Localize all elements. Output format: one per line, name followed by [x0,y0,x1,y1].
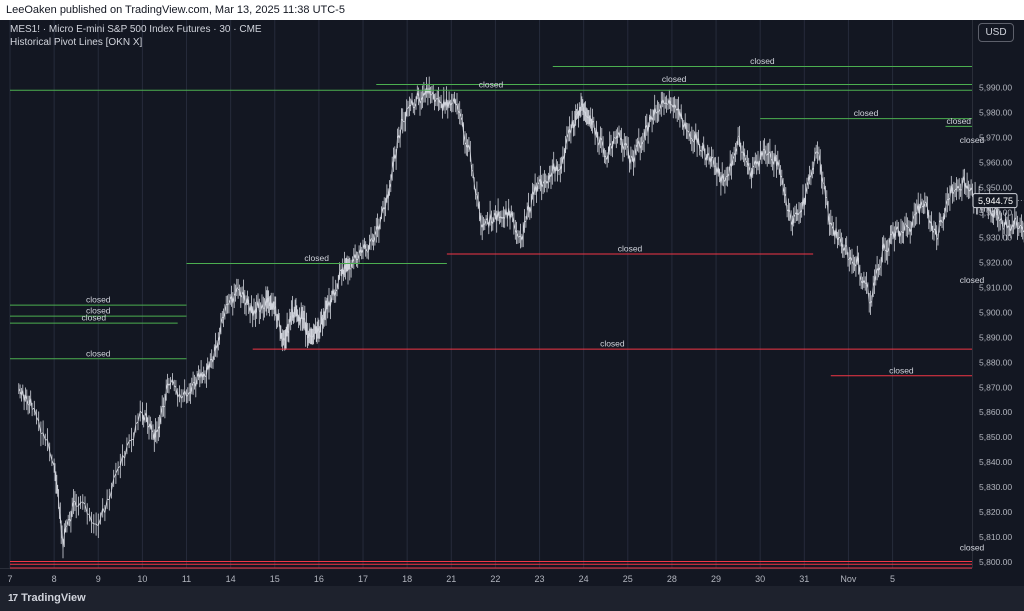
footer-bar: 17 TradingView [0,586,1024,611]
publisher-text: LeeOaken published on TradingView.com, M… [6,4,345,16]
price-chart[interactable]: 7 8 9 10 11 14 15 16 17 18 21 22 23 24 25 28 29 30 31 Nov 5 5… [0,20,1024,586]
y-tick-label: 5,980.00 [979,108,1012,118]
y-tick-label: 5,830.00 [979,482,1012,492]
tradingview-logo[interactable]: 17 TradingView [0,592,86,604]
price-series-line [18,76,1024,559]
y-tick-label: 5,810.00 [979,532,1012,542]
currency-button[interactable]: USD [978,23,1014,42]
y-tick-label: 5,880.00 [979,357,1012,367]
x-tick-label: 25 [623,574,633,584]
pivot-line-label: closed [304,253,329,263]
y-tick-label: 5,820.00 [979,507,1012,517]
x-tick-label: 17 [358,574,368,584]
pivot-line-label: closed [889,365,914,375]
y-tick-label: 5,900.00 [979,307,1012,317]
pivot-line-label: closed [946,116,971,126]
y-tick-label: 5,800.00 [979,557,1012,567]
chart-area[interactable]: 7 8 9 10 11 14 15 16 17 18 21 22 23 24 25 28 29 30 31 Nov 5 5… [0,20,1024,586]
y-tick-label: 5,850.00 [979,432,1012,442]
publisher-banner: LeeOaken published on TradingView.com, M… [0,0,1024,20]
x-tick-label: 23 [535,574,545,584]
y-tick-label: 5,990.00 [979,83,1012,93]
y-tick-label: 5,960.00 [979,158,1012,168]
y-tick-label: 5,870.00 [979,382,1012,392]
x-tick-label: 11 [182,574,191,584]
x-tick-label: 30 [755,574,765,584]
pivot-line-label: closed [82,313,107,323]
x-tick-label: 9 [96,574,101,584]
pivot-line-label: closed [600,339,625,349]
x-tick-label: 10 [137,574,147,584]
x-tick-label: 31 [799,574,809,584]
y-tick-label: 5,860.00 [979,407,1012,417]
x-tick-label: 14 [226,574,236,584]
pivot-line-label: closed [479,80,504,90]
chart-legend: MES1! · Micro E-mini S&P 500 Index Futur… [10,23,262,49]
y-tick-label: 5,930.00 [979,232,1012,242]
x-tick-label: 15 [270,574,280,584]
y-tick-label: 5,920.00 [979,257,1012,267]
indicator-title: Historical Pivot Lines [OKN X] [10,37,143,48]
pivot-line-label: closed [618,243,643,253]
last-price-label: 5,944.75 [978,196,1013,206]
x-tick-label: 8 [52,574,57,584]
x-tick-label: 5 [890,574,895,584]
x-tick-label: 16 [314,574,324,584]
x-tick-label: 28 [667,574,677,584]
y-tick-label: 5,890.00 [979,332,1012,342]
pivot-line-label: closed [960,275,985,285]
pivot-line-label: closed [960,543,985,553]
x-tick-label: 22 [490,574,500,584]
y-tick-label: 5,840.00 [979,457,1012,467]
pivot-line-label: closed [854,108,879,118]
pivot-line-label: closed [86,295,111,305]
x-tick-label: 18 [402,574,412,584]
y-tick-label: 5,950.00 [979,183,1012,193]
x-tick-label: 21 [446,574,456,584]
pivot-line-label: closed [750,56,775,66]
brand-name: TradingView [21,592,86,604]
x-tick-label: 24 [579,574,589,584]
pivot-line-label: closed [662,74,687,84]
x-tick-label: Nov [840,574,857,584]
symbol-title: MES1! · Micro E-mini S&P 500 Index Futur… [10,24,262,35]
pivot-line-label: closed [86,348,111,358]
pivot-line-label: closed [960,135,985,145]
tradingview-logo-icon: 17 [8,593,18,604]
x-tick-label: 7 [7,574,12,584]
x-tick-label: 29 [711,574,721,584]
